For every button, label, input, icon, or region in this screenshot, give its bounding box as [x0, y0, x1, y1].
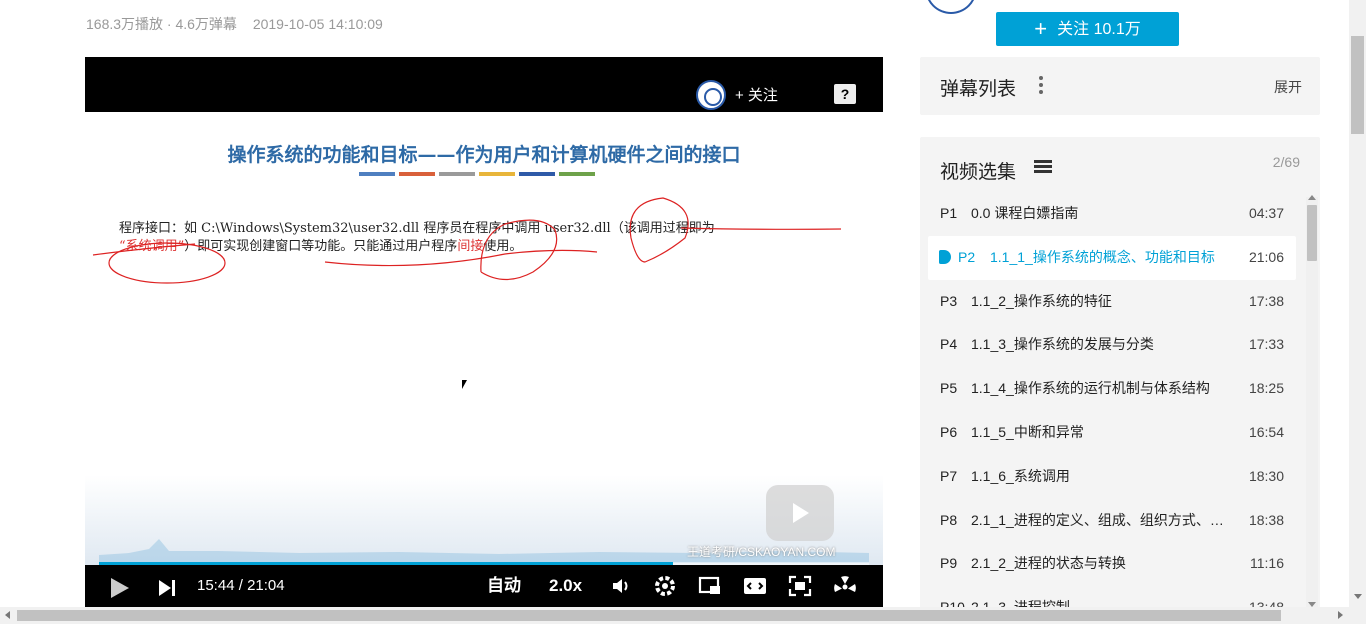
episode-title: 2.1_2_进程的状态与转换 — [971, 555, 1126, 572]
play-count: 168.3万播放 · 4.6万弹幕 — [86, 16, 237, 32]
playlist-item[interactable]: P6 1.1_5_中断和异常 16:54 — [928, 411, 1296, 455]
channel-logo-icon[interactable] — [696, 80, 726, 110]
page-scroll-down-icon[interactable] — [1354, 594, 1362, 599]
bilibili-play-icon[interactable] — [766, 485, 834, 541]
episode-title: 1.1_5_中断和异常 — [971, 423, 1084, 440]
playlist-title: 视频选集 — [940, 162, 1017, 183]
more-dots-icon[interactable] — [1039, 76, 1043, 96]
episode-duration: 18:25 — [1248, 380, 1284, 397]
pip-icon[interactable] — [698, 565, 722, 607]
video-player[interactable]: + 关注 ? 操作系统的功能和目标——作为用户和计算机硬件之间的接口 程序接口：… — [85, 57, 883, 607]
episode-duration: 17:33 — [1248, 336, 1284, 353]
episode-title: 1.1_3_操作系统的发展与分类 — [971, 336, 1154, 353]
episode-number: P3 — [940, 292, 958, 309]
episode-title: 1.1_4_操作系统的运行机制与体系结构 — [971, 380, 1210, 397]
episode-number: P8 — [940, 511, 958, 528]
playlist-item[interactable]: P4 1.1_3_操作系统的发展与分类 17:33 — [928, 323, 1296, 367]
publish-date: 2019-10-05 14:10:09 — [252, 16, 383, 32]
episode-duration: 11:16 — [1250, 555, 1284, 572]
playlist-scroll-thumb[interactable] — [1307, 205, 1317, 261]
next-icon[interactable] — [159, 565, 177, 607]
danmaku-list-panel: 弹幕列表 展开 — [920, 57, 1320, 115]
episode-number: P6 — [940, 423, 958, 440]
episode-duration: 04:37 — [1248, 205, 1284, 221]
page-vscroll-thumb[interactable] — [1351, 36, 1364, 134]
episode-title: 1.1_6_系统调用 — [971, 467, 1070, 484]
playlist-item[interactable]: P1 0.0 课程白嫖指南 04:37 — [928, 192, 1296, 236]
help-icon[interactable]: ? — [834, 84, 856, 104]
episode-title: 1.1_1_操作系统的概念、功能和目标 — [990, 248, 1215, 265]
time-display: 15:44 / 21:04 — [197, 565, 285, 607]
episode-number: P4 — [940, 336, 958, 353]
slide-line-2: “系统调用”）即可实现创建窗口等功能。只能通过用户程序间接使用。 — [119, 238, 809, 256]
time-separator: / — [234, 577, 248, 594]
total-duration: 21:04 — [247, 577, 285, 594]
episode-title: 0.0 课程白嫖指南 — [971, 205, 1079, 221]
episode-number: P2 — [958, 248, 976, 265]
episode-duration: 21:06 — [1248, 248, 1284, 265]
follow-label: 关注 10.1万 — [1057, 21, 1141, 38]
playlist-scrollbar[interactable] — [1306, 195, 1318, 609]
playlist-item[interactable]: P8 2.1_1_进程的定义、组成、组织方式、特征 18:38 — [928, 499, 1296, 543]
slide-title: 操作系统的功能和目标——作为用户和计算机硬件之间的接口 — [227, 144, 741, 166]
playlist-item-active[interactable]: P2 1.1_1_操作系统的概念、功能和目标 21:06 — [928, 235, 1296, 280]
plus-icon: + — [1034, 16, 1048, 41]
player-follow-button[interactable]: + 关注 — [735, 84, 778, 105]
playlist-items: P1 0.0 课程白嫖指南 04:37 P2 1.1_1_操作系统的概念、功能和目标 21… — [928, 192, 1296, 617]
quality-button[interactable]: 自动 — [487, 565, 521, 607]
brand-watermark: 王道考研/CSKAOYAN.COM — [687, 545, 836, 559]
danmaku-list-title: 弹幕列表 — [940, 79, 1017, 100]
page-hscroll-thumb[interactable] — [17, 610, 1281, 621]
widescreen-icon[interactable] — [743, 565, 767, 607]
episode-duration: 16:54 — [1248, 423, 1284, 440]
episode-number: P7 — [940, 467, 958, 484]
volume-icon[interactable] — [609, 565, 633, 607]
player-controls: 15:44 / 21:04 自动 2.0x — [85, 565, 883, 607]
playlist-item[interactable]: P5 1.1_4_操作系统的运行机制与体系结构 18:25 — [928, 367, 1296, 411]
scroll-up-icon[interactable] — [1308, 195, 1316, 200]
playlist-count: 2/69 — [1272, 154, 1300, 170]
episode-title: 1.1_2_操作系统的特征 — [971, 292, 1112, 309]
episode-title: 2.1_1_进程的定义、组成、组织方式、特征 — [971, 511, 1229, 528]
page-horizontal-scrollbar[interactable] — [0, 607, 1366, 624]
playlist-item[interactable]: P3 1.1_2_操作系统的特征 17:38 — [928, 280, 1296, 324]
slide-red-term-2: 间接 — [457, 239, 484, 254]
fullscreen-icon[interactable] — [788, 565, 812, 607]
now-playing-icon — [939, 249, 951, 264]
episode-number: P5 — [940, 380, 958, 397]
play-icon[interactable] — [109, 565, 131, 607]
mouse-cursor-icon — [462, 380, 471, 389]
radiation-icon[interactable] — [833, 565, 857, 607]
slide-line-2-end: 使用。 — [483, 239, 523, 254]
slide-color-bars — [359, 172, 595, 176]
slide-line-2-mid: ）即可实现创建窗口等功能。只能通过用户程序 — [184, 239, 458, 254]
episode-number: P1 — [940, 205, 958, 221]
playlist-panel: 视频选集 2/69 P1 0.0 课程白嫖指南 04:37 P2 1.1_1_操作系统的… — [920, 137, 1320, 617]
slide-body: 程序接口：如 C:\Windows\System32\user32.dll 程序… — [119, 220, 809, 256]
settings-icon[interactable] — [653, 565, 677, 607]
episode-duration: 18:30 — [1248, 467, 1284, 484]
page-scroll-left-icon[interactable] — [5, 611, 10, 619]
current-time: 15:44 — [197, 577, 235, 594]
playlist-item[interactable]: P9 2.1_2_进程的状态与转换 11:16 — [928, 542, 1296, 586]
expand-button[interactable]: 展开 — [1274, 77, 1302, 97]
episode-duration: 17:38 — [1248, 292, 1284, 309]
uploader-avatar[interactable] — [925, 0, 977, 14]
slide-red-term: “系统调用” — [119, 239, 185, 254]
episode-duration: 18:38 — [1248, 511, 1284, 528]
video-meta: 168.3万播放 · 4.6万弹幕 2019-10-05 14:10:09 — [86, 14, 395, 34]
slide-line-1: 程序接口：如 C:\Windows\System32\user32.dll 程序… — [119, 221, 715, 236]
page-vertical-scrollbar[interactable] — [1349, 0, 1366, 607]
player-top-bar: + 关注 ? — [85, 57, 883, 112]
page-scroll-right-icon[interactable] — [1338, 611, 1343, 619]
episode-number: P9 — [940, 555, 958, 572]
playlist-item[interactable]: P7 1.1_6_系统调用 18:30 — [928, 455, 1296, 499]
speed-button[interactable]: 2.0x — [549, 565, 582, 607]
follow-button[interactable]: + 关注 10.1万 — [996, 12, 1179, 46]
list-view-icon[interactable] — [1034, 160, 1052, 174]
